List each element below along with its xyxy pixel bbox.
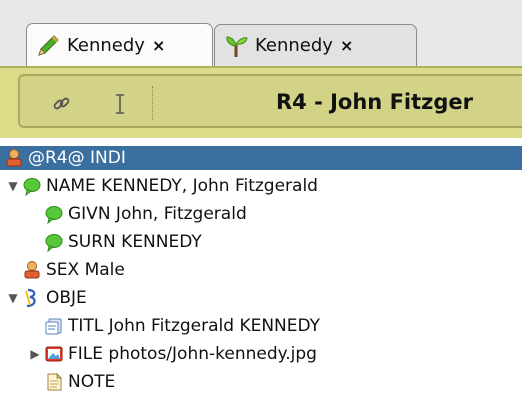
collapse-icon[interactable]: ▼ <box>6 179 20 193</box>
close-icon[interactable]: × <box>152 36 165 55</box>
collapse-icon[interactable]: ▼ <box>6 291 20 305</box>
tree-node-sex[interactable]: SEX Male <box>0 258 522 282</box>
note-icon <box>47 372 63 391</box>
image-file-icon <box>45 346 63 362</box>
person-icon <box>6 149 22 167</box>
person-icon <box>24 261 40 279</box>
link-icon[interactable] <box>50 92 74 116</box>
title-icon <box>45 318 62 335</box>
tree-node-label: GIVN John, Fitzgerald <box>68 204 247 224</box>
tree-node-givn[interactable]: GIVN John, Fitzgerald <box>0 202 522 226</box>
tab-kennedy-editor[interactable]: Kennedy × <box>26 23 213 67</box>
tree-node-label: NAME KENNEDY, John Fitzgerald <box>46 176 318 196</box>
tab-kennedy-tree[interactable]: Kennedy × <box>214 24 417 66</box>
speech-bubble-icon <box>23 178 41 196</box>
tree-node-file[interactable]: ▶ FILE photos/John-kennedy.jpg <box>0 342 522 366</box>
tree-node-indi[interactable]: @R4@ INDI <box>0 146 522 170</box>
header-panel: R4 - John Fitzger <box>18 74 522 128</box>
tree-node-label: TITL John Fitzgerald KENNEDY <box>68 316 321 336</box>
tree-node-surn[interactable]: SURN KENNEDY <box>0 230 522 254</box>
tree-icon <box>226 35 248 57</box>
tree-node-titl[interactable]: TITL John Fitzgerald KENNEDY <box>0 314 522 338</box>
pencil-icon <box>38 34 59 56</box>
tab-label: Kennedy <box>255 35 333 56</box>
record-title: R4 - John Fitzger <box>276 90 474 114</box>
speech-bubble-icon <box>45 206 63 224</box>
tree-node-label: SEX Male <box>46 260 125 280</box>
close-icon[interactable]: × <box>340 36 353 55</box>
tree-node-label: NOTE <box>68 372 116 392</box>
tree-node-label: OBJE <box>46 288 87 308</box>
tree-node-label: SURN KENNEDY <box>68 232 202 252</box>
tree-node-name[interactable]: ▼ NAME KENNEDY, John Fitzgerald <box>0 174 522 198</box>
tree-node-note[interactable]: NOTE <box>0 370 522 394</box>
tree-node-obje[interactable]: ▼ OBJE <box>0 286 522 310</box>
tab-label: Kennedy <box>67 35 145 56</box>
expand-icon[interactable]: ▶ <box>28 347 42 361</box>
entity-header: R4 - John Fitzger <box>0 66 522 138</box>
tree-node-label: @R4@ INDI <box>28 148 126 168</box>
media-object-icon <box>25 288 36 308</box>
speech-bubble-icon <box>45 234 63 252</box>
text-cursor-icon[interactable] <box>108 92 132 116</box>
toolbar-separator <box>152 86 153 120</box>
tree-node-label: FILE photos/John-kennedy.jpg <box>68 344 317 364</box>
tab-bar: Kennedy × Kennedy × <box>0 0 522 67</box>
